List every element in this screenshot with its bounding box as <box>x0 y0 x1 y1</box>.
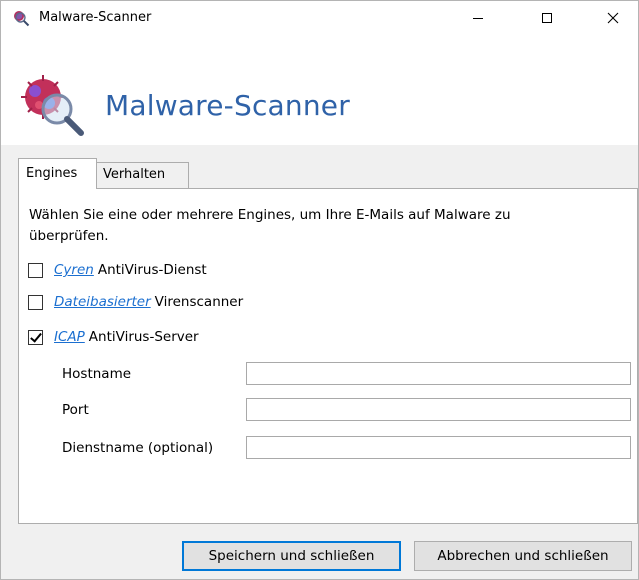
port-label: Port <box>62 402 89 418</box>
tab-label: Engines <box>26 166 78 181</box>
save-and-close-button[interactable]: Speichern und schließen <box>182 541 401 571</box>
virus-magnifier-icon <box>14 11 30 27</box>
engines-description: Wählen Sie eine oder mehrere Engines, um… <box>29 207 511 244</box>
malware-scanner-window: Malware-Scanner Malware-Scanner Engines … <box>0 0 639 580</box>
minimize-button[interactable] <box>455 1 501 35</box>
option-icap[interactable]: ICAP AntiVirus-Server <box>28 327 199 347</box>
icap-checkbox[interactable] <box>28 329 43 345</box>
dialog-header: Malware-Scanner <box>1 35 638 145</box>
dialog-heading: Malware-Scanner <box>105 89 350 122</box>
window-title: Malware-Scanner <box>39 10 152 25</box>
servicename-input[interactable] <box>246 436 631 459</box>
minimize-icon <box>473 18 483 19</box>
tab-engines[interactable]: Engines <box>18 158 97 189</box>
option-label: AntiVirus-Server <box>88 329 199 345</box>
hostname-label: Hostname <box>62 366 132 382</box>
option-cyren[interactable]: Cyren AntiVirus-Dienst <box>28 260 207 280</box>
tab-verhalten[interactable]: Verhalten <box>97 162 189 188</box>
port-input[interactable] <box>246 398 631 421</box>
cyren-checkbox[interactable] <box>28 262 43 278</box>
icap-link[interactable]: ICAP <box>54 329 85 345</box>
cyren-link[interactable]: Cyren <box>54 262 94 278</box>
tab-label: Verhalten <box>103 167 166 182</box>
engines-panel: Wählen Sie eine oder mehrere Engines, um… <box>18 188 638 524</box>
maximize-icon <box>542 13 552 23</box>
servicename-label: Dienstname (optional) <box>62 440 214 456</box>
option-label: AntiVirus-Dienst <box>97 262 207 278</box>
dateibasiert-link[interactable]: Dateibasierter <box>54 294 151 310</box>
option-label: Virenscanner <box>154 294 244 310</box>
close-icon <box>607 12 619 24</box>
virus-magnifier-icon <box>21 75 84 136</box>
cancel-and-close-button[interactable]: Abbrechen und schließen <box>414 541 632 571</box>
close-button[interactable] <box>590 1 636 35</box>
dateibasiert-checkbox[interactable] <box>28 294 43 310</box>
hostname-input[interactable] <box>246 362 631 385</box>
maximize-button[interactable] <box>524 1 570 35</box>
option-dateibasiert[interactable]: Dateibasierter Virenscanner <box>28 292 243 312</box>
title-bar: Malware-Scanner <box>1 1 638 35</box>
